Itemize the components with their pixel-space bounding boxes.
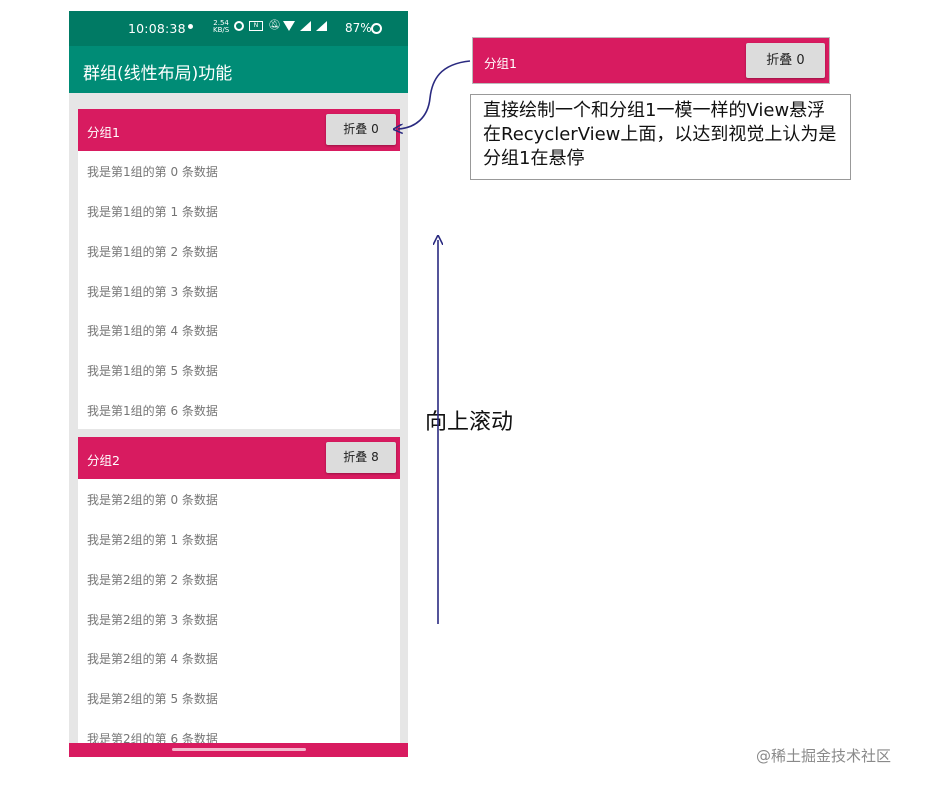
group-title: 分组1 (87, 125, 120, 140)
signal-icon (316, 21, 327, 31)
wifi-icon (283, 21, 295, 31)
status-icons: N 🔕︎ (234, 21, 327, 31)
list-item[interactable]: 我是第2组的第 5 条数据 (87, 690, 218, 707)
watermark: @稀土掘金技术社区 (756, 747, 892, 765)
list-item[interactable]: 我是第1组的第 1 条数据 (87, 203, 218, 220)
pointer-arrow (398, 60, 471, 129)
battery-percent: 87% (345, 21, 372, 35)
recycler-view[interactable]: 分组1 折叠 0 我是第1组的第 0 条数据 我是第1组的第 1 条数据 我是第… (69, 93, 408, 746)
app-bar: 群组(线性布局)功能 (69, 46, 408, 93)
group-body-2: 我是第2组的第 0 条数据 我是第2组的第 1 条数据 我是第2组的第 2 条数… (78, 479, 400, 746)
page-title: 群组(线性布局)功能 (83, 64, 233, 84)
list-item[interactable]: 我是第2组的第 2 条数据 (87, 571, 218, 588)
list-item[interactable]: 我是第2组的第 4 条数据 (87, 650, 218, 667)
battery-icon (371, 23, 382, 34)
list-item[interactable]: 我是第1组的第 6 条数据 (87, 402, 218, 419)
list-item[interactable]: 我是第2组的第 0 条数据 (87, 491, 218, 508)
fold-button: 折叠 0 (746, 43, 825, 78)
group-body-1: 我是第1组的第 0 条数据 我是第1组的第 1 条数据 我是第1组的第 2 条数… (78, 151, 400, 429)
fold-button[interactable]: 折叠 8 (326, 442, 396, 473)
signal-icon (300, 21, 311, 31)
list-item[interactable]: 我是第2组的第 1 条数据 (87, 531, 218, 548)
list-item[interactable]: 我是第1组的第 4 条数据 (87, 322, 218, 339)
mute-icon: 🔕︎ (268, 20, 281, 31)
network-speed: 2.54 KB/S (213, 19, 230, 34)
list-item[interactable]: 我是第1组的第 3 条数据 (87, 283, 218, 300)
group-title: 分组2 (87, 453, 120, 468)
group-header-2[interactable]: 分组2 折叠 8 (78, 437, 400, 479)
group-header-1[interactable]: 分组1 折叠 0 (78, 109, 400, 151)
list-item[interactable]: 我是第1组的第 2 条数据 (87, 243, 218, 260)
list-item[interactable]: 我是第2组的第 3 条数据 (87, 611, 218, 628)
fold-button[interactable]: 折叠 0 (326, 114, 396, 145)
list-item[interactable]: 我是第1组的第 5 条数据 (87, 362, 218, 379)
notification-dot (188, 24, 193, 29)
home-gesture-pill[interactable] (172, 748, 306, 751)
floating-header-replica: 分组1 折叠 0 (472, 37, 830, 84)
navigation-bar (69, 743, 408, 757)
phone-screen: 10:08:38 2.54 KB/S N 🔕︎ 87% 群组(线性布局)功能 分… (69, 11, 408, 757)
nfc-icon: N (249, 21, 263, 31)
group-title: 分组1 (484, 56, 517, 71)
status-bar: 10:08:38 2.54 KB/S N 🔕︎ 87% (69, 11, 408, 46)
annotation-note: 直接绘制一个和分组1一模一样的View悬浮在RecyclerView上面，以达到… (470, 94, 851, 180)
scroll-up-label: 向上滚动 (425, 410, 514, 435)
alarm-icon (234, 21, 244, 31)
status-time: 10:08:38 (128, 21, 186, 36)
list-item[interactable]: 我是第1组的第 0 条数据 (87, 163, 218, 180)
